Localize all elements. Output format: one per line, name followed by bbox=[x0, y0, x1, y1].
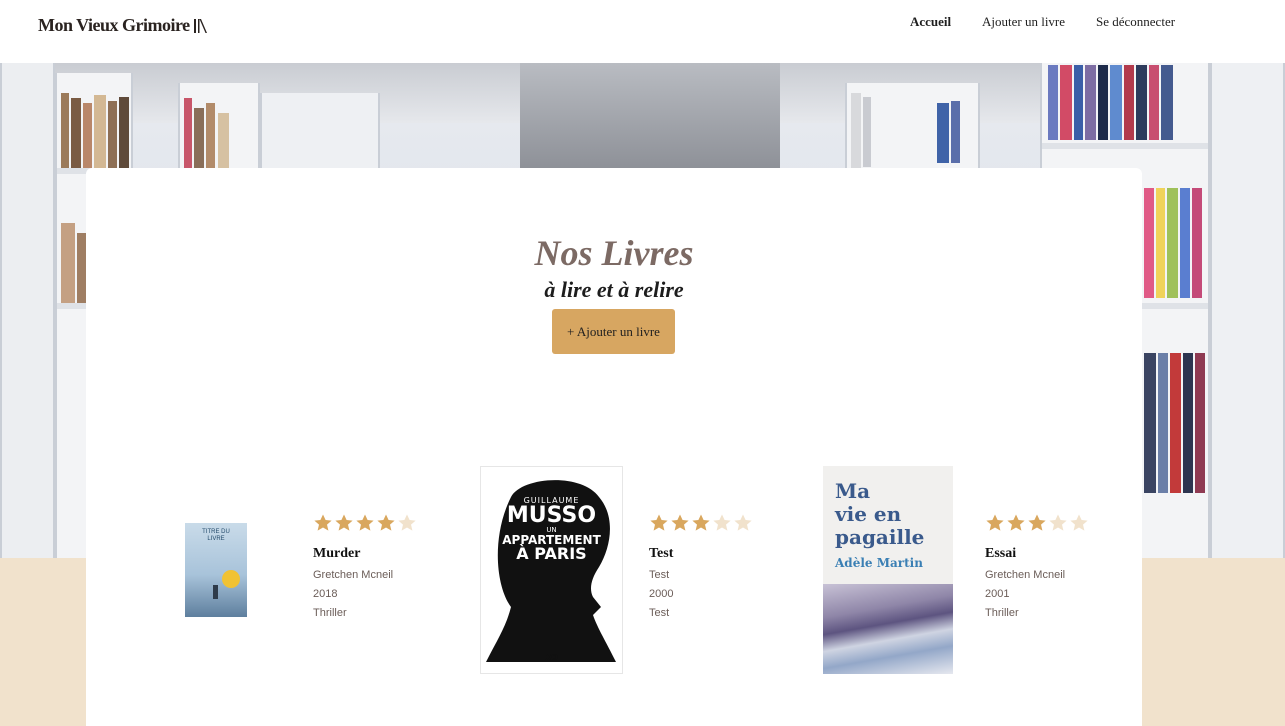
star-empty-icon bbox=[1070, 514, 1088, 531]
book-year: 2001 bbox=[985, 588, 1010, 600]
book-cover: Ma vie en pagaille Adèle Martin bbox=[823, 466, 953, 674]
star-filled-icon bbox=[671, 514, 689, 531]
person-silhouette-icon bbox=[213, 585, 218, 599]
nav-home[interactable]: Accueil bbox=[910, 14, 951, 30]
book-cover: TITRE DU LIVRE bbox=[185, 523, 247, 617]
badge-icon bbox=[222, 570, 240, 588]
cover-line-2: vie en bbox=[835, 502, 902, 526]
book-year: 2000 bbox=[649, 588, 674, 600]
header: Mon Vieux Grimoire Accueil Ajouter un li… bbox=[0, 0, 1285, 63]
book-logo-icon bbox=[193, 18, 207, 33]
star-filled-icon bbox=[314, 514, 332, 531]
book-cover: GUILLAUME MUSSO UN APPARTEMENT À PARIS X… bbox=[480, 466, 623, 674]
star-empty-icon bbox=[713, 514, 731, 531]
nav-logout[interactable]: Se déconnecter bbox=[1096, 14, 1175, 30]
book-author: Gretchen Mcneil bbox=[985, 569, 1066, 581]
book-title: Essai bbox=[985, 546, 1017, 561]
star-filled-icon bbox=[1028, 514, 1046, 531]
book-title: Murder bbox=[313, 546, 361, 561]
star-filled-icon bbox=[335, 514, 353, 531]
star-filled-icon bbox=[692, 514, 710, 531]
cover-publisher: XO bbox=[545, 653, 558, 662]
rating-stars bbox=[985, 513, 1089, 533]
book-author: Gretchen Mcneil bbox=[313, 569, 394, 581]
add-book-button[interactable]: + Ajouter un livre bbox=[552, 309, 675, 354]
star-filled-icon bbox=[650, 514, 668, 531]
book-year: 2018 bbox=[313, 588, 338, 600]
cover-line-3: pagaille bbox=[835, 525, 925, 549]
book-genre: Test bbox=[649, 607, 670, 619]
rating-stars bbox=[649, 513, 753, 533]
cover-line-1: TITRE DU bbox=[202, 529, 230, 535]
star-empty-icon bbox=[1049, 514, 1067, 531]
cover-line-1: Ma bbox=[835, 479, 871, 503]
watercolor-pattern bbox=[823, 584, 953, 674]
book-genre: Thriller bbox=[985, 607, 1019, 619]
logo-text: Mon Vieux Grimoire bbox=[38, 15, 190, 35]
rating-stars bbox=[313, 513, 417, 533]
cover-line-4: À PARIS bbox=[516, 544, 587, 563]
star-empty-icon bbox=[398, 514, 416, 531]
cover-line-2: LIVRE bbox=[207, 536, 225, 542]
page-subtitle: à lire et à relire bbox=[544, 277, 684, 302]
logo[interactable]: Mon Vieux Grimoire bbox=[38, 15, 209, 36]
books-card: Nos Livres à lire et à relire + Ajouter … bbox=[86, 168, 1142, 726]
book-author: Test bbox=[649, 569, 670, 581]
star-filled-icon bbox=[1007, 514, 1025, 531]
cover-line-1: MUSSO bbox=[506, 503, 597, 528]
star-empty-icon bbox=[734, 514, 752, 531]
book-title: Test bbox=[649, 546, 674, 561]
cover-author: Adèle Martin bbox=[835, 556, 923, 570]
page-title: Nos Livres bbox=[534, 233, 694, 273]
nav-add-book[interactable]: Ajouter un livre bbox=[982, 14, 1065, 30]
star-filled-icon bbox=[986, 514, 1004, 531]
book-genre: Thriller bbox=[313, 607, 347, 619]
star-filled-icon bbox=[377, 514, 395, 531]
star-filled-icon bbox=[356, 514, 374, 531]
